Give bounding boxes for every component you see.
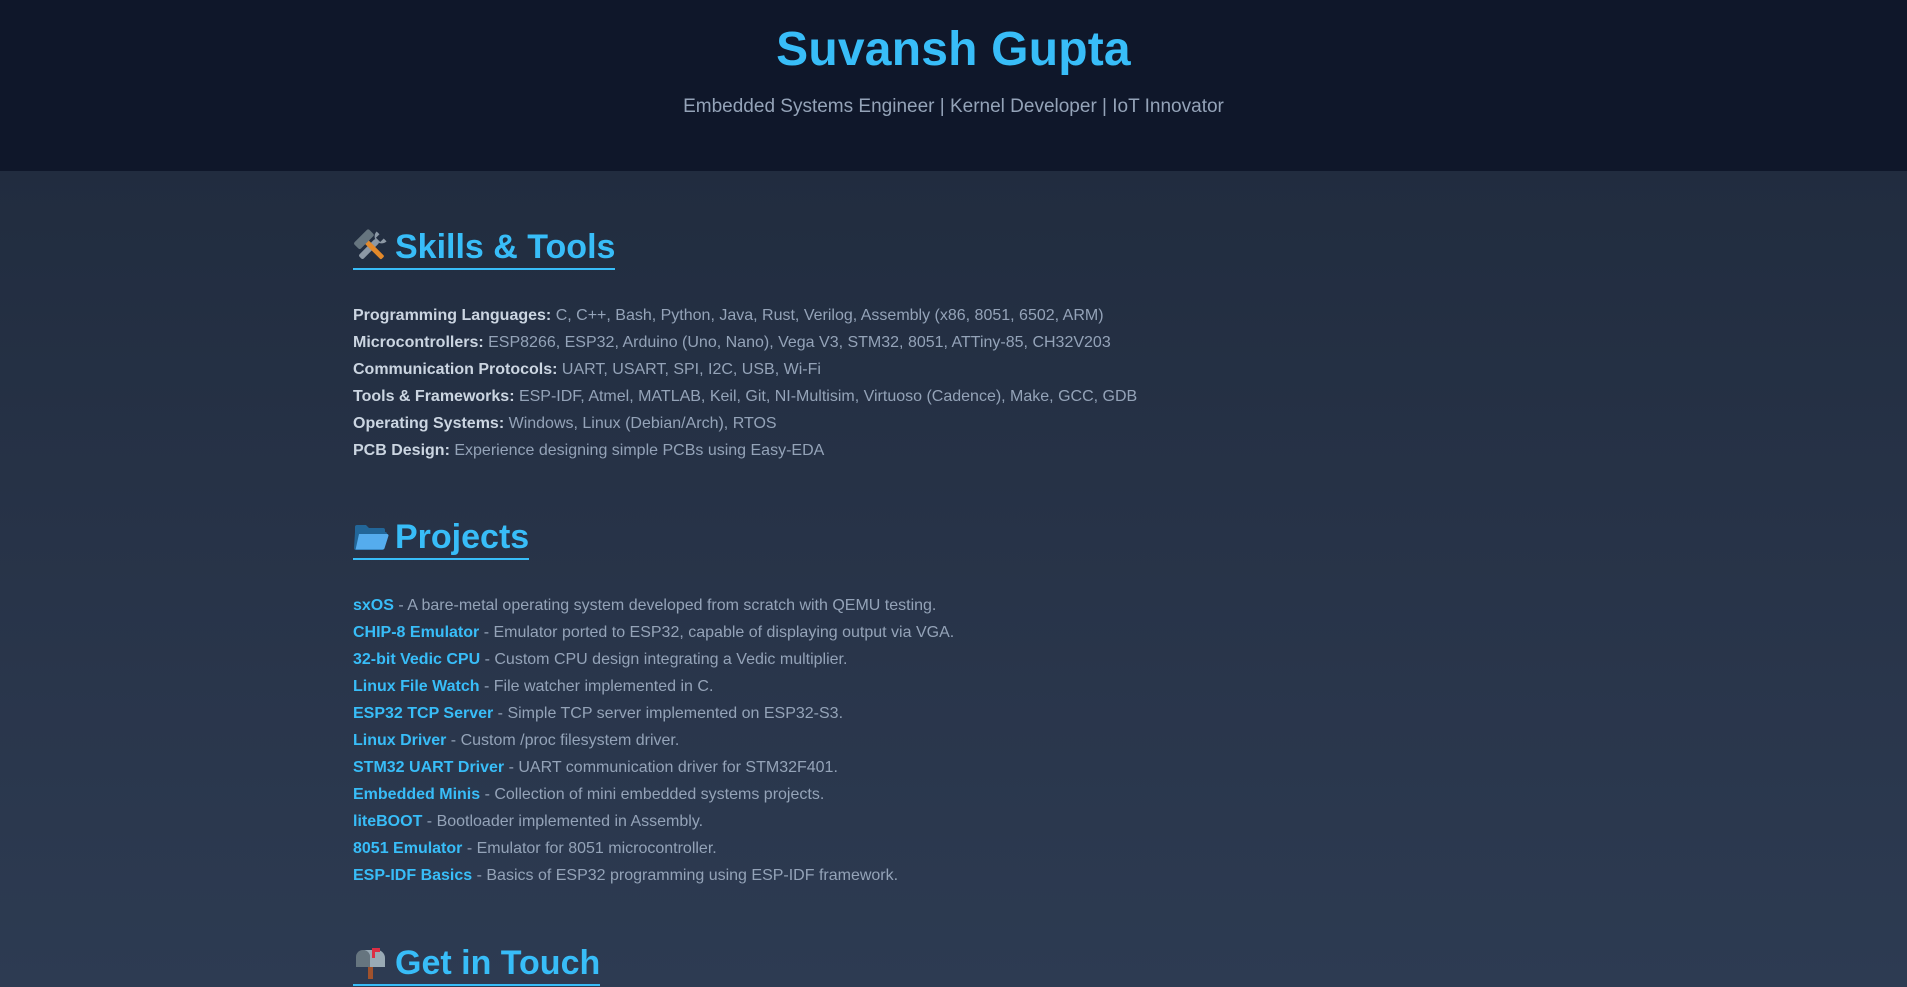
skill-value: C, C++, Bash, Python, Java, Rust, Verilo… (551, 307, 1104, 324)
skill-label: Operating Systems: (353, 415, 505, 432)
contact-section: Get in Touch (353, 943, 1907, 986)
list-item: Operating Systems: Windows, Linux (Debia… (353, 410, 1907, 437)
hammer-and-wrench-icon (353, 229, 389, 265)
project-desc: - Custom CPU design integrating a Vedic … (480, 651, 848, 668)
project-desc: - Simple TCP server implemented on ESP32… (493, 705, 844, 722)
list-item: liteBOOT - Bootloader implemented in Ass… (353, 808, 1907, 835)
project-link-embedded-minis[interactable]: Embedded Minis (353, 786, 480, 803)
skill-value: Windows, Linux (Debian/Arch), RTOS (504, 415, 777, 432)
skill-value: ESP-IDF, Atmel, MATLAB, Keil, Git, NI-Mu… (514, 388, 1138, 405)
list-item: ESP32 TCP Server - Simple TCP server imp… (353, 700, 1907, 727)
project-link-vedic-cpu[interactable]: 32-bit Vedic CPU (353, 651, 480, 668)
projects-section: Projects sxOS - A bare-metal operating s… (353, 517, 1907, 889)
page-title: Suvansh Gupta (776, 23, 1131, 76)
contact-heading: Get in Touch (353, 943, 601, 986)
skills-section: Skills & Tools Programming Languages: C,… (353, 227, 1907, 464)
list-item: Linux File Watch - File watcher implemen… (353, 673, 1907, 700)
skill-value: ESP8266, ESP32, Arduino (Uno, Nano), Veg… (483, 334, 1111, 351)
projects-list: sxOS - A bare-metal operating system dev… (353, 592, 1907, 889)
list-item: 8051 Emulator - Emulator for 8051 microc… (353, 835, 1907, 862)
project-desc: - Collection of mini embedded systems pr… (480, 786, 825, 803)
list-item: STM32 UART Driver - UART communication d… (353, 754, 1907, 781)
list-item: Embedded Minis - Collection of mini embe… (353, 781, 1907, 808)
skills-heading-text: Skills & Tools (395, 228, 616, 266)
project-link-linux-driver[interactable]: Linux Driver (353, 732, 446, 749)
project-desc: - Emulator for 8051 microcontroller. (462, 840, 717, 857)
project-desc: - A bare-metal operating system develope… (393, 597, 937, 614)
skill-label: PCB Design: (353, 442, 450, 459)
list-item: 32-bit Vedic CPU - Custom CPU design int… (353, 646, 1907, 673)
skills-heading: Skills & Tools (353, 227, 616, 270)
tagline: Embedded Systems Engineer | Kernel Devel… (683, 96, 1224, 117)
list-item: CHIP-8 Emulator - Emulator ported to ESP… (353, 619, 1907, 646)
project-desc: - File watcher implemented in C. (479, 678, 714, 695)
list-item: Programming Languages: C, C++, Bash, Pyt… (353, 302, 1907, 329)
project-link-sxos[interactable]: sxOS (353, 597, 394, 614)
open-folder-icon (353, 519, 389, 555)
project-link-8051-emulator[interactable]: 8051 Emulator (353, 840, 462, 857)
project-link-stm32-uart-driver[interactable]: STM32 UART Driver (353, 759, 504, 776)
project-desc: - Basics of ESP32 programming using ESP-… (472, 867, 899, 884)
project-link-linux-file-watch[interactable]: Linux File Watch (353, 678, 480, 695)
projects-heading-text: Projects (395, 518, 530, 556)
list-item: Linux Driver - Custom /proc filesystem d… (353, 727, 1907, 754)
main-content: Skills & Tools Programming Languages: C,… (0, 171, 1907, 986)
skills-list: Programming Languages: C, C++, Bash, Pyt… (353, 302, 1907, 464)
project-desc: - Bootloader implemented in Assembly. (422, 813, 704, 830)
skill-label: Communication Protocols: (353, 361, 558, 378)
project-link-liteboot[interactable]: liteBOOT (353, 813, 422, 830)
list-item: ESP-IDF Basics - Basics of ESP32 program… (353, 862, 1907, 889)
skill-label: Microcontrollers: (353, 334, 484, 351)
projects-heading: Projects (353, 517, 530, 560)
project-link-esp32-tcp-server[interactable]: ESP32 TCP Server (353, 705, 493, 722)
site-header: Suvansh Gupta Embedded Systems Engineer … (0, 0, 1907, 171)
list-item: Tools & Frameworks: ESP-IDF, Atmel, MATL… (353, 383, 1907, 410)
list-item: Microcontrollers: ESP8266, ESP32, Arduin… (353, 329, 1907, 356)
skill-value: Experience designing simple PCBs using E… (449, 442, 825, 459)
list-item: Communication Protocols: UART, USART, SP… (353, 356, 1907, 383)
skill-label: Programming Languages: (353, 307, 552, 324)
contact-heading-text: Get in Touch (395, 944, 601, 982)
project-link-esp-idf-basics[interactable]: ESP-IDF Basics (353, 867, 472, 884)
project-desc: - Custom /proc filesystem driver. (446, 732, 680, 749)
mailbox-icon (353, 945, 389, 981)
skill-label: Tools & Frameworks: (353, 388, 515, 405)
project-desc: - UART communication driver for STM32F40… (504, 759, 838, 776)
skill-value: UART, USART, SPI, I2C, USB, Wi-Fi (557, 361, 821, 378)
list-item: PCB Design: Experience designing simple … (353, 437, 1907, 464)
project-desc: - Emulator ported to ESP32, capable of d… (479, 624, 955, 641)
list-item: sxOS - A bare-metal operating system dev… (353, 592, 1907, 619)
project-link-chip8-emulator[interactable]: CHIP-8 Emulator (353, 624, 479, 641)
